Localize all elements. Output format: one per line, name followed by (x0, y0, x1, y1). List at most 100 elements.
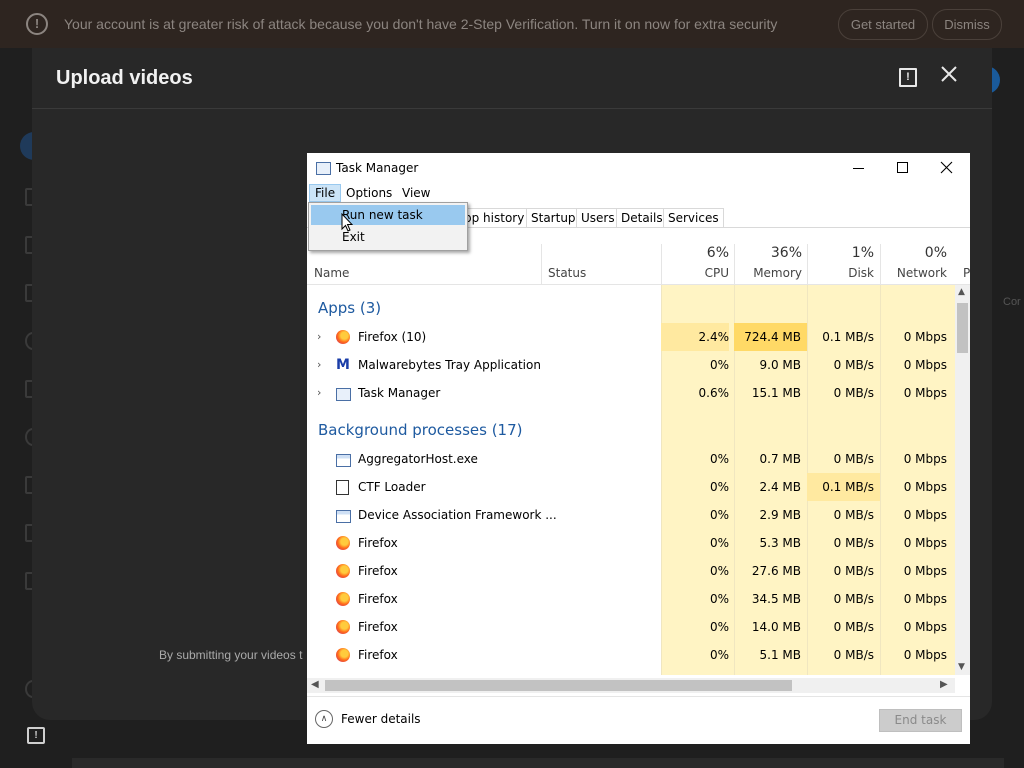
group-background-processes[interactable]: Background processes (17) (318, 421, 523, 439)
menu-item-label: Run new task (342, 208, 423, 222)
expand-chevron-icon[interactable]: › (317, 379, 321, 407)
end-task-button[interactable]: End task (879, 709, 962, 732)
scroll-thumb[interactable] (957, 303, 968, 353)
process-row[interactable]: AggregatorHost.exe 0% 0.7 MB 0 MB/s 0 Mb… (307, 445, 955, 473)
header-divider-status (541, 244, 542, 284)
window-title: Task Manager (336, 161, 419, 175)
process-name: Firefox (358, 536, 398, 550)
column-cpu[interactable]: CPU (661, 266, 729, 280)
menu-file[interactable]: File (309, 184, 342, 202)
tab-users[interactable]: Users (576, 208, 620, 228)
network-value: 0 Mbps (903, 358, 947, 372)
app-row[interactable]: › Task Manager 0.6% 15.1 MB 0 MB/s 0 Mbp… (307, 379, 955, 407)
column-disk[interactable]: Disk (807, 266, 874, 280)
feedback-icon[interactable]: ! (899, 68, 917, 87)
get-started-button[interactable]: Get started (838, 9, 928, 40)
fewer-details-button[interactable]: ∧ Fewer details (315, 710, 435, 730)
disk-value: 0 MB/s (833, 648, 874, 662)
network-value: 0 Mbps (903, 592, 947, 606)
process-name: AggregatorHost.exe (358, 452, 478, 466)
tab-services[interactable]: Services (663, 208, 724, 228)
process-name: Firefox (358, 564, 398, 578)
title-bar[interactable]: Task Manager (307, 153, 970, 183)
horizontal-scrollbar[interactable]: ◀ ▶ (307, 678, 955, 693)
cpu-percent: 6% (706, 245, 729, 261)
process-row[interactable]: Firefox 0% 5.3 MB 0 MB/s 0 Mbps (307, 529, 955, 557)
disk-percent: 1% (851, 245, 874, 261)
minimize-button[interactable] (847, 153, 871, 183)
disk-value: 0 MB/s (833, 536, 874, 550)
app-row[interactable]: › M Malwarebytes Tray Application 0% 9.0… (307, 351, 955, 379)
mouse-cursor-icon (341, 212, 354, 233)
memory-value: 0.7 MB (759, 452, 801, 466)
send-feedback-icon[interactable]: ! (27, 727, 45, 744)
memory-value: 2.9 MB (759, 508, 801, 522)
network-value: 0 Mbps (903, 508, 947, 522)
expand-chevron-icon[interactable]: › (317, 351, 321, 379)
fewer-details-label: Fewer details (341, 712, 421, 726)
process-row[interactable]: Firefox 0% 14.0 MB 0 MB/s 0 Mbps (307, 613, 955, 641)
ctf-icon (336, 480, 349, 495)
network-percent: 0% (924, 245, 947, 261)
memory-value: 27.6 MB (751, 564, 801, 578)
memory-value: 5.1 MB (759, 648, 801, 662)
app-row[interactable]: › Firefox (10) 2.4% 724.4 MB 0.1 MB/s 0 … (307, 323, 955, 351)
process-row[interactable]: Firefox 0% 34.5 MB 0 MB/s 0 Mbps (307, 585, 955, 613)
dismiss-button[interactable]: Dismiss (932, 9, 1002, 40)
group-apps[interactable]: Apps (3) (318, 299, 381, 317)
firefox-icon (336, 592, 350, 606)
cpu-value: 2.4% (661, 323, 729, 351)
firefox-icon (336, 564, 350, 578)
background-label: Cor (1003, 296, 1021, 308)
tab-app-history[interactable]: pp history (459, 208, 530, 228)
maximize-button[interactable] (891, 153, 915, 183)
footer-line (307, 696, 970, 697)
process-row[interactable]: CTF Loader 0% 2.4 MB 0.1 MB/s 0 Mbps (307, 473, 955, 501)
expand-chevron-icon[interactable]: › (317, 323, 321, 351)
firefox-icon (336, 536, 350, 550)
tab-startup[interactable]: Startup (526, 208, 581, 228)
memory-value: 14.0 MB (751, 620, 801, 634)
scroll-up-icon[interactable]: ▲ (958, 287, 965, 297)
menu-item-exit[interactable]: Exit (311, 227, 465, 247)
column-power[interactable]: P (963, 266, 970, 280)
network-value: 0 Mbps (903, 564, 947, 578)
process-table: Apps (3) › Firefox (10) 2.4% 724.4 MB 0.… (307, 285, 955, 675)
menu-view[interactable]: View (397, 184, 435, 202)
vertical-scrollbar[interactable]: ▲ ▼ (955, 285, 970, 675)
header-divider-disk (807, 244, 808, 284)
network-value: 0 Mbps (903, 452, 947, 466)
process-row[interactable]: Firefox 0% 5.1 MB 0 MB/s 0 Mbps (307, 641, 955, 669)
network-value: 0 Mbps (903, 330, 947, 344)
memory-value: 9.0 MB (759, 358, 801, 372)
header-divider-memory (734, 244, 735, 284)
task-manager-icon (316, 162, 331, 175)
memory-value: 2.4 MB (759, 480, 801, 494)
cpu-value: 0% (709, 564, 729, 578)
tab-details[interactable]: Details (616, 208, 668, 228)
process-name: Firefox (358, 620, 398, 634)
process-name: Firefox (10) (358, 330, 427, 344)
close-icon[interactable] (937, 62, 961, 86)
column-memory[interactable]: Memory (734, 266, 802, 280)
disk-value: 0 MB/s (833, 452, 874, 466)
header-divider-network (880, 244, 881, 284)
scroll-left-icon[interactable]: ◀ (311, 679, 319, 690)
process-name: Malwarebytes Tray Application (358, 358, 541, 372)
process-name: Firefox (358, 648, 398, 662)
close-window-button[interactable] (935, 153, 959, 183)
column-network[interactable]: Network (880, 266, 947, 280)
scroll-down-icon[interactable]: ▼ (958, 662, 965, 672)
menu-options[interactable]: Options (341, 184, 397, 202)
scroll-right-icon[interactable]: ▶ (940, 679, 948, 690)
cpu-value: 0.6% (698, 386, 730, 400)
column-name[interactable]: Name (314, 266, 349, 280)
process-row[interactable]: Firefox 0% 27.6 MB 0 MB/s 0 Mbps (307, 557, 955, 585)
process-name: CTF Loader (358, 480, 426, 494)
menu-item-run-new-task[interactable]: Run new task (311, 205, 465, 225)
process-row[interactable]: Device Association Framework ... 0% 2.9 … (307, 501, 955, 529)
horizontal-scroll-thumb[interactable] (325, 680, 792, 691)
column-status[interactable]: Status (548, 266, 586, 280)
cpu-value: 0% (709, 508, 729, 522)
exe-icon (336, 510, 351, 523)
